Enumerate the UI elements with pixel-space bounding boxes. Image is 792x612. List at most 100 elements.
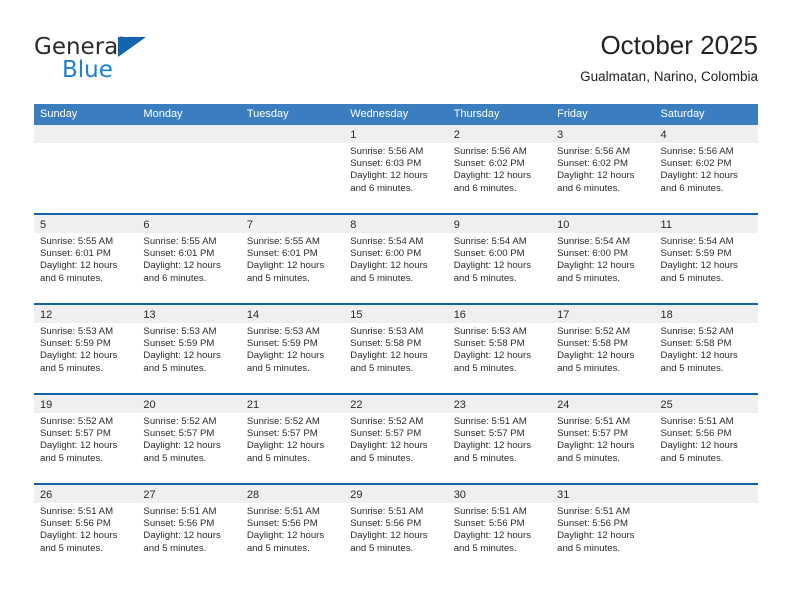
day-info: Sunrise: 5:56 AM Sunset: 6:02 PM Daylight:… <box>448 143 551 195</box>
day-number-strip: 25 <box>654 395 758 413</box>
day-cell[interactable]: 9 Sunrise: 5:54 AM Sunset: 6:00 PM Daylight… <box>447 215 552 303</box>
day-cell[interactable]: 20 Sunrise: 5:52 AM Sunset: 5:57 PM Dayligh… <box>137 395 241 483</box>
daylight-text-line1: Daylight: 12 hours <box>557 350 635 362</box>
daylight-text-line1: Daylight: 12 hours <box>557 260 635 272</box>
daylight-text-line1: Daylight: 12 hours <box>350 170 428 182</box>
day-info: Sunrise: 5:52 AM Sunset: 5:57 PM Daylight:… <box>34 413 137 465</box>
calendar-grid: Sunday Monday Tuesday Wednesday Thursday Frid… <box>34 104 758 573</box>
brand-logo[interactable]: General Blue <box>34 34 254 88</box>
day-cell[interactable]: 29 Sunrise: 5:51 AM Sunset: 5:56 PM Dayligh… <box>344 485 448 573</box>
daylight-text-line2: and 5 minutes. <box>246 362 310 374</box>
day-info: Sunrise: 5:54 AM Sunset: 6:00 PM Daylight:… <box>344 233 447 285</box>
daylight-text-line1: Daylight: 12 hours <box>453 440 532 452</box>
sunrise-text: Sunrise: 5:52 AM <box>246 416 320 427</box>
daylight-text-line2: and 5 minutes. <box>660 362 724 374</box>
daylight-text-line1: Daylight: 12 hours <box>660 440 738 452</box>
day-cell[interactable]: 13 Sunrise: 5:53 AM Sunset: 5:59 PM Dayligh… <box>137 305 241 393</box>
daylight-text-line1: Daylight: 12 hours <box>557 170 635 182</box>
daylight-text-line1: Daylight: 12 hours <box>40 440 118 452</box>
day-cell[interactable]: 18 Sunrise: 5:52 AM Sunset: 5:58 PM Dayligh… <box>654 305 758 393</box>
daylight-text-line2: and 6 minutes. <box>557 182 621 194</box>
day-info: Sunrise: 5:51 AM Sunset: 5:56 PM Daylight:… <box>551 503 654 555</box>
weekday-header-friday: Friday <box>557 108 588 120</box>
day-info: Sunrise: 5:51 AM Sunset: 5:56 PM Daylight:… <box>34 503 137 555</box>
day-cell[interactable]: 31 Sunrise: 5:51 AM Sunset: 5:56 PM Dayligh… <box>551 485 655 573</box>
daylight-text-line2: and 5 minutes. <box>660 272 724 284</box>
day-cell[interactable]: 19 Sunrise: 5:52 AM Sunset: 5:57 PM Dayligh… <box>34 395 138 483</box>
day-number-strip: 3 <box>551 125 655 143</box>
sunset-text: Sunset: 5:56 PM <box>660 428 732 440</box>
sunset-text: Sunset: 5:57 PM <box>350 428 422 440</box>
sunset-text: Sunset: 5:56 PM <box>453 518 525 530</box>
day-number-strip: 1 <box>344 125 448 143</box>
day-number: 17 <box>557 309 570 321</box>
sunrise-text: Sunrise: 5:56 AM <box>557 146 631 157</box>
day-cell[interactable]: 16 Sunrise: 5:53 AM Sunset: 5:58 PM Dayligh… <box>447 305 552 393</box>
day-number: 6 <box>143 219 150 231</box>
sunset-text: Sunset: 5:56 PM <box>246 518 318 530</box>
day-number: 12 <box>40 309 53 321</box>
sunset-text: Sunset: 6:02 PM <box>557 158 629 170</box>
daylight-text-line1: Daylight: 12 hours <box>246 350 325 362</box>
weekday-header-sunday: Sunday <box>40 108 78 120</box>
day-cell[interactable]: 14 Sunrise: 5:53 AM Sunset: 5:59 PM Dayligh… <box>240 305 345 393</box>
sunrise-text: Sunrise: 5:54 AM <box>350 236 424 247</box>
day-number: 11 <box>660 219 672 231</box>
day-cell[interactable]: 27 Sunrise: 5:51 AM Sunset: 5:56 PM Dayligh… <box>137 485 241 573</box>
day-number-strip: 27 <box>137 485 241 503</box>
day-cell[interactable]: 23 Sunrise: 5:51 AM Sunset: 5:57 PM Dayligh… <box>447 395 552 483</box>
day-cell[interactable]: 22 Sunrise: 5:52 AM Sunset: 5:57 PM Dayligh… <box>344 395 448 483</box>
day-cell[interactable]: 1 Sunrise: 5:56 AM Sunset: 6:03 PM Daylight… <box>344 125 448 213</box>
sunset-text: Sunset: 5:57 PM <box>246 428 318 440</box>
day-cell[interactable]: 24 Sunrise: 5:51 AM Sunset: 5:57 PM Dayligh… <box>551 395 655 483</box>
daylight-text-line2: and 5 minutes. <box>453 272 517 284</box>
day-cell[interactable]: 15 Sunrise: 5:53 AM Sunset: 5:58 PM Dayligh… <box>344 305 448 393</box>
day-cell[interactable]: 12 Sunrise: 5:53 AM Sunset: 5:59 PM Dayligh… <box>34 305 138 393</box>
sunrise-text: Sunrise: 5:55 AM <box>40 236 114 247</box>
day-cell[interactable]: 4 Sunrise: 5:56 AM Sunset: 6:02 PM Daylight… <box>654 125 758 213</box>
day-cell[interactable]: 30 Sunrise: 5:51 AM Sunset: 5:56 PM Dayligh… <box>447 485 552 573</box>
day-cell[interactable]: 7 Sunrise: 5:55 AM Sunset: 6:01 PM Daylight… <box>240 215 345 303</box>
page-title: October 2025 <box>600 30 758 60</box>
day-cell[interactable]: 17 Sunrise: 5:52 AM Sunset: 5:58 PM Dayligh… <box>551 305 655 393</box>
sunset-text: Sunset: 6:03 PM <box>350 158 422 170</box>
daylight-text-line1: Daylight: 12 hours <box>40 530 118 542</box>
day-cell[interactable]: 2 Sunrise: 5:56 AM Sunset: 6:02 PM Daylight… <box>447 125 552 213</box>
day-cell[interactable]: 21 Sunrise: 5:52 AM Sunset: 5:57 PM Dayligh… <box>240 395 345 483</box>
daylight-text-line1: Daylight: 12 hours <box>143 350 221 362</box>
day-cell[interactable]: 26 Sunrise: 5:51 AM Sunset: 5:56 PM Dayligh… <box>34 485 138 573</box>
day-cell[interactable]: 6 Sunrise: 5:55 AM Sunset: 6:01 PM Daylight… <box>137 215 241 303</box>
sunset-text: Sunset: 6:01 PM <box>40 248 111 260</box>
day-info: Sunrise: 5:55 AM Sunset: 6:01 PM Daylight:… <box>137 233 240 285</box>
daylight-text-line1: Daylight: 12 hours <box>660 170 738 182</box>
sunset-text: Sunset: 6:01 PM <box>143 248 215 260</box>
day-number-strip: 21 <box>240 395 345 413</box>
sunset-text: Sunset: 6:02 PM <box>453 158 525 170</box>
day-number: 24 <box>557 399 570 411</box>
day-number: 22 <box>350 399 363 411</box>
day-cell[interactable]: 3 Sunrise: 5:56 AM Sunset: 6:02 PM Daylight… <box>551 125 655 213</box>
calendar-page: General Blue October 2025 Gualmatan, Nar… <box>0 0 792 612</box>
day-number: 23 <box>453 399 466 411</box>
day-number-strip: 20 <box>137 395 241 413</box>
daylight-text-line1: Daylight: 12 hours <box>660 260 738 272</box>
day-number-strip: 7 <box>240 215 345 233</box>
day-cell[interactable]: 11 Sunrise: 5:54 AM Sunset: 5:59 PM Dayligh… <box>654 215 758 303</box>
daylight-text-line1: Daylight: 12 hours <box>453 530 532 542</box>
calendar-week-row: 26 Sunrise: 5:51 AM Sunset: 5:56 PM Dayligh… <box>34 483 758 573</box>
day-number: 25 <box>660 399 673 411</box>
day-cell[interactable]: 28 Sunrise: 5:51 AM Sunset: 5:56 PM Dayligh… <box>240 485 345 573</box>
daylight-text-line1: Daylight: 12 hours <box>143 530 221 542</box>
weekday-header-row: Sunday Monday Tuesday Wednesday Thursday Frid… <box>34 104 758 125</box>
day-cell[interactable]: 8 Sunrise: 5:54 AM Sunset: 6:00 PM Daylight… <box>344 215 448 303</box>
day-cell[interactable]: 5 Sunrise: 5:55 AM Sunset: 6:01 PM Daylight… <box>34 215 138 303</box>
brand-name-blue: Blue <box>62 57 113 83</box>
weekday-header-saturday: Saturday <box>660 108 705 120</box>
day-cell[interactable]: 10 Sunrise: 5:54 AM Sunset: 6:00 PM Dayligh… <box>551 215 655 303</box>
daylight-text-line1: Daylight: 12 hours <box>557 440 635 452</box>
day-number-strip: 15 <box>344 305 448 323</box>
day-cell[interactable]: 25 Sunrise: 5:51 AM Sunset: 5:56 PM Dayligh… <box>654 395 758 483</box>
day-number-strip: 30 <box>447 485 552 503</box>
sunrise-text: Sunrise: 5:51 AM <box>453 416 527 427</box>
daylight-text-line2: and 5 minutes. <box>143 452 207 464</box>
